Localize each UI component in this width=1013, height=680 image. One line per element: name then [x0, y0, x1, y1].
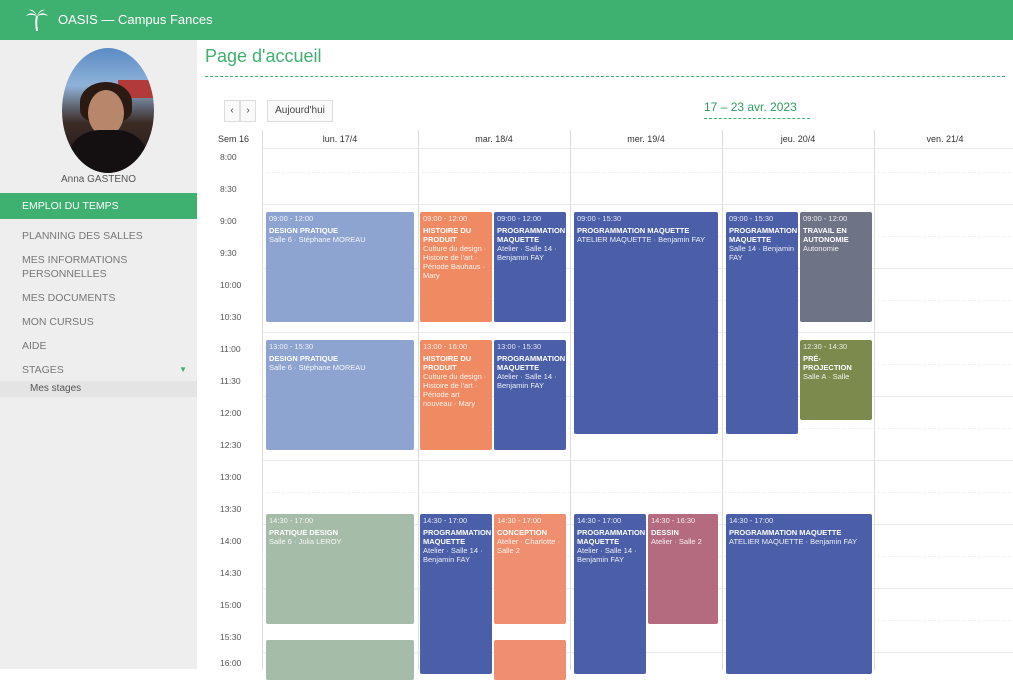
time-label: 10:00 [220, 280, 242, 290]
calendar-event[interactable]: 12:30 - 14:30 PRÉ-PROJECTION Salle A · Sal… [800, 340, 872, 420]
range-underline [704, 118, 810, 119]
title-divider [205, 76, 1005, 77]
time-label: 12:30 [220, 440, 242, 450]
calendar-event[interactable]: 09:00 - 12:00 PROGRAMMATION MAQUETTE Ateli… [494, 212, 566, 322]
calendar-event[interactable]: 13:00 - 15:30 DESIGN PRATIQUE Salle 6 · St… [266, 340, 414, 450]
menu-item-informations-personnelles[interactable]: MES INFORMATIONS PERSONNELLES [0, 253, 197, 281]
time-label: 8:30 [220, 184, 237, 194]
next-week-button[interactable]: › [240, 100, 256, 122]
prev-week-button[interactable]: ‹ [224, 100, 240, 122]
calendar-event[interactable]: 14:30 - 17:00 PROGRAMMATION MAQUETTE Ateli… [420, 514, 492, 674]
calendar-event[interactable]: 09:00 - 12:00 HISTOIRE DU PRODUIT Culture … [420, 212, 492, 322]
sidebar: Anna GASTENO EMPLOI DU TEMPS PLANNING DE… [0, 40, 197, 669]
time-label: 11:00 [220, 344, 241, 354]
time-label: 13:00 [220, 472, 242, 482]
calendar-event[interactable]: 09:00 - 15:30 PROGRAMMATION MAQUETTE ATELI… [574, 212, 718, 434]
day-header: ven. 21/4 [926, 134, 964, 144]
time-label: 12:00 [220, 408, 242, 418]
day-header: jeu. 20/4 [780, 134, 816, 144]
calendar-event[interactable]: 13:00 - 15:30 PROGRAMMATION MAQUETTE Ateli… [494, 340, 566, 450]
time-label: 14:00 [220, 536, 242, 546]
time-label: 8:00 [220, 152, 237, 162]
time-label: 10:30 [220, 312, 242, 322]
menu-item-emploi-du-temps[interactable]: EMPLOI DU TEMPS [0, 193, 197, 219]
week-range: 17 – 23 avr. 2023 [704, 100, 797, 114]
menu-item-aide[interactable]: AIDE [0, 339, 197, 353]
week-number: Sem 16 [218, 134, 250, 144]
today-button[interactable]: Aujourd'hui [267, 100, 333, 122]
calendar-event[interactable] [266, 640, 414, 680]
app-title: OASIS — Campus Fances [58, 12, 213, 27]
palm-tree-icon [26, 9, 48, 32]
time-label: 14:30 [220, 568, 242, 578]
page-title: Page d'accueil [205, 46, 322, 66]
day-header: mer. 19/4 [627, 134, 665, 144]
menu-item-stages[interactable]: STAGES [0, 363, 197, 377]
calendar-event[interactable]: 14:30 - 17:00 PROGRAMMATION MAQUETTE Ateli… [574, 514, 646, 674]
menu-item-documents[interactable]: MES DOCUMENTS [0, 291, 197, 305]
time-label: 15:00 [220, 600, 242, 610]
user-name: Anna GASTENO [60, 174, 137, 185]
calendar-event[interactable]: 14:30 - 16:30 DESSIN Atelier · Salle 2 [648, 514, 718, 624]
sidebar-menu: EMPLOI DU TEMPS PLANNING DES SALLES MES … [0, 193, 197, 397]
time-label: 15:30 [220, 632, 242, 642]
menu-item-cursus[interactable]: MON CURSUS [0, 315, 197, 329]
time-label: 9:30 [220, 248, 237, 258]
calendar-event[interactable]: 09:00 - 12:00 DESIGN PRATIQUE Salle 6 · St… [266, 212, 414, 322]
sub-item-mes-stages[interactable]: Mes stages [0, 381, 197, 397]
calendar-event[interactable]: 14:30 - 17:00 PRATIQUE DESIGN Salle 6 · Ju… [266, 514, 414, 624]
calendar-event[interactable]: 14:30 - 17:00 PROGRAMMATION MAQUETTE ATELI… [726, 514, 872, 674]
time-label: 9:00 [220, 216, 237, 226]
calendar-event[interactable] [494, 640, 566, 680]
time-label: 11:30 [220, 376, 241, 386]
avatar [62, 48, 154, 173]
calendar-event[interactable]: 09:00 - 12:00 TRAVAIL EN AUTONOMIE Autonom… [800, 212, 872, 322]
menu-item-planning-des-salles[interactable]: PLANNING DES SALLES [0, 229, 197, 243]
calendar-event[interactable]: 09:00 - 15:30 PROGRAMMATION MAQUETTE Salle… [726, 212, 798, 434]
time-label: 13:30 [220, 504, 242, 514]
calendar-event[interactable]: 14:30 - 17:00 CONCEPTION Atelier · Charlot… [494, 514, 566, 624]
calendar-grid: Sem 16 lun. 17/4 mar. 18/4 mer. 19/4 jeu… [216, 130, 1013, 680]
calendar-event[interactable]: 13:00 - 16:00 HISTOIRE DU PRODUIT Culture … [420, 340, 492, 450]
chevron-down-icon[interactable]: ▼ [179, 365, 187, 374]
day-header: lun. 17/4 [322, 134, 358, 144]
time-label: 16:00 [220, 658, 242, 668]
top-bar: OASIS — Campus Fances [0, 0, 1013, 40]
day-header: mar. 18/4 [475, 134, 513, 144]
